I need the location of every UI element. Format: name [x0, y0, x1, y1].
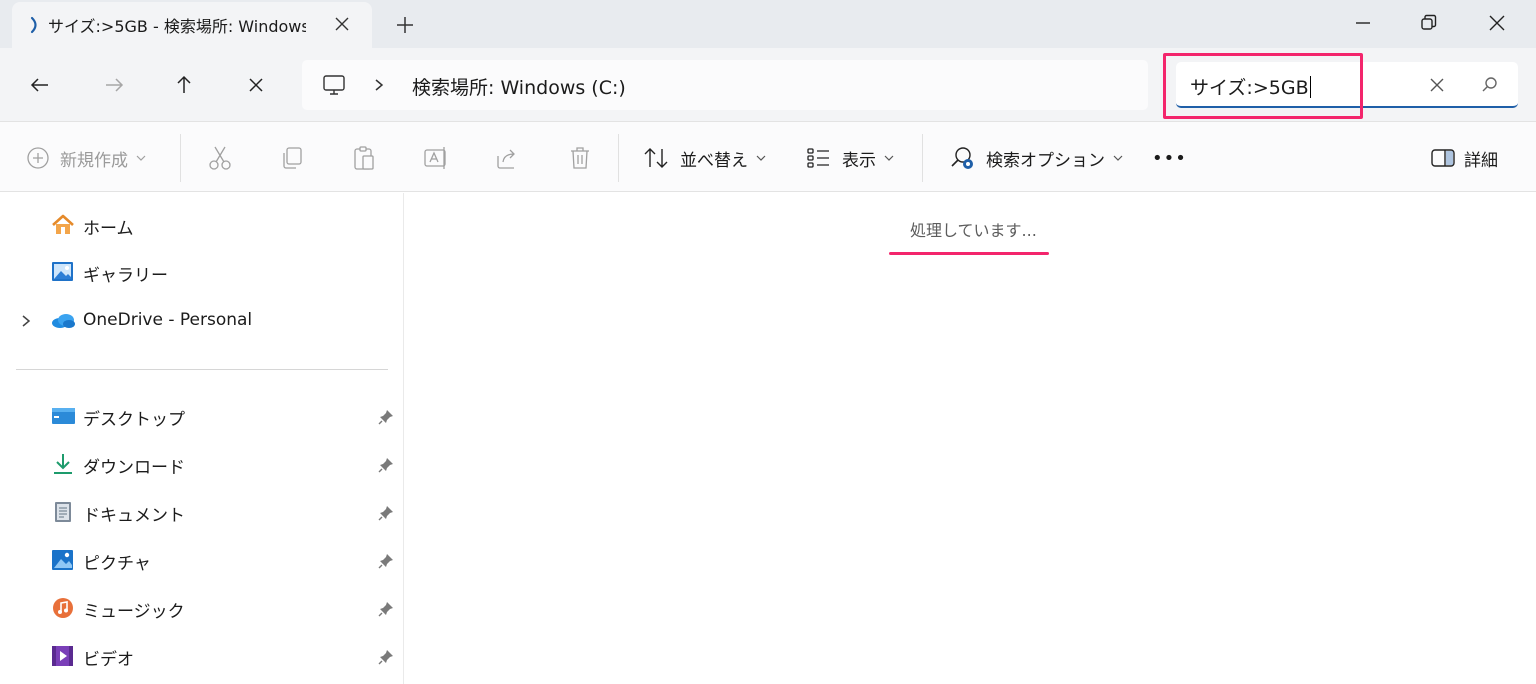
command-bar: 新規作成 並べ替え 表示 検索オプション ••• 詳細: [0, 122, 1536, 192]
new-plus-circle-icon: [27, 147, 49, 169]
stop-x-icon[interactable]: [244, 73, 268, 97]
new-tab-plus-icon[interactable]: [394, 14, 416, 36]
search-options-button[interactable]: 検索オプション: [948, 144, 1123, 172]
status-highlight-annotation: [889, 252, 1049, 255]
pictures-icon: [52, 550, 73, 570]
restore-icon[interactable]: [1416, 10, 1442, 36]
sidebar-item-documents[interactable]: ドキュメント: [0, 492, 404, 532]
more-options-button[interactable]: •••: [1152, 144, 1187, 172]
gallery-icon: [52, 262, 73, 281]
toolbar-divider: [618, 134, 619, 182]
sidebar-item-label: ビデオ: [83, 650, 134, 670]
new-button[interactable]: 新規作成: [26, 144, 146, 172]
details-pane-button[interactable]: 詳細: [1430, 144, 1498, 172]
back-arrow-icon[interactable]: [28, 73, 52, 97]
sidebar-item-music[interactable]: ミュージック: [0, 588, 404, 628]
sidebar-item-desktop[interactable]: デスクトップ: [0, 396, 404, 436]
processing-status: 処理しています...: [910, 221, 1037, 240]
breadcrumb-chevron-icon[interactable]: [372, 76, 386, 94]
forward-arrow-icon[interactable]: [102, 73, 126, 97]
chevron-down-icon: [1113, 155, 1123, 161]
view-label: 表示: [842, 150, 876, 171]
toolbar-divider: [922, 134, 923, 182]
sidebar-divider: [16, 369, 388, 370]
delete-icon[interactable]: [566, 144, 594, 172]
view-list-icon: [807, 148, 829, 168]
sidebar-item-label: ギャラリー: [83, 266, 168, 286]
tab-close-icon[interactable]: [332, 14, 352, 34]
toolbar-divider: [180, 134, 181, 182]
breadcrumb-location[interactable]: 検索場所: Windows (C:): [412, 73, 626, 100]
share-icon[interactable]: [494, 144, 522, 172]
pin-icon[interactable]: [377, 552, 395, 570]
up-arrow-icon[interactable]: [172, 73, 196, 97]
search-options-label: 検索オプション: [986, 150, 1105, 171]
sidebar-item-pictures[interactable]: ピクチャ: [0, 540, 404, 580]
window-close-icon[interactable]: [1484, 10, 1510, 36]
chevron-down-icon: [756, 155, 766, 161]
details-label: 詳細: [1464, 150, 1498, 171]
sidebar-item-onedrive[interactable]: OneDrive - Personal: [0, 301, 404, 341]
pin-icon[interactable]: [377, 648, 395, 666]
sidebar-item-label: ダウンロード: [83, 458, 185, 478]
address-bar[interactable]: 検索場所: Windows (C:): [302, 60, 1148, 110]
chevron-down-icon: [136, 155, 146, 161]
new-label: 新規作成: [60, 150, 128, 171]
sidebar-item-label: ミュージック: [83, 602, 185, 622]
desktop-folder-icon: [52, 408, 75, 424]
sidebar-item-label: ドキュメント: [83, 506, 185, 526]
home-icon: [52, 214, 74, 234]
onedrive-icon: [52, 314, 75, 328]
download-icon: [54, 454, 72, 474]
sidebar-item-label: デスクトップ: [83, 410, 185, 430]
sidebar-item-downloads[interactable]: ダウンロード: [0, 444, 404, 484]
chevron-right-icon[interactable]: [18, 312, 34, 330]
details-pane-icon: [1431, 149, 1455, 167]
file-list-area[interactable]: 処理しています...: [405, 193, 1536, 684]
cut-icon[interactable]: [206, 144, 234, 172]
rename-icon[interactable]: [422, 144, 450, 172]
sidebar-item-gallery[interactable]: ギャラリー: [0, 252, 404, 292]
more-label: •••: [1152, 147, 1187, 169]
sidebar-item-label: ホーム: [83, 219, 134, 239]
tab-title: サイズ:>5GB - 検索場所: Windows (C:): [48, 17, 306, 36]
search-highlight-annotation: [1163, 53, 1363, 119]
pin-icon[interactable]: [377, 600, 395, 618]
search-options-icon: [951, 147, 973, 169]
copy-icon[interactable]: [278, 144, 306, 172]
navigation-pane: ホーム ギャラリー OneDrive - Personal デスクトップ ダウン…: [0, 193, 404, 684]
sort-label: 並べ替え: [680, 150, 748, 171]
clear-search-icon[interactable]: [1428, 76, 1446, 94]
pin-icon[interactable]: [377, 456, 395, 474]
music-icon: [53, 598, 73, 618]
documents-icon: [55, 502, 71, 522]
sidebar-item-videos[interactable]: ビデオ: [0, 636, 404, 676]
chevron-down-icon: [884, 155, 894, 161]
tab-search-results[interactable]: サイズ:>5GB - 検索場所: Windows (C:): [12, 2, 372, 48]
this-pc-icon: [323, 75, 345, 95]
sort-button[interactable]: 並べ替え: [642, 144, 766, 172]
pin-icon[interactable]: [377, 408, 395, 426]
videos-icon: [52, 646, 73, 666]
paste-icon[interactable]: [350, 144, 378, 172]
title-bar: サイズ:>5GB - 検索場所: Windows (C:): [0, 0, 1536, 48]
view-button[interactable]: 表示: [806, 144, 894, 172]
search-icon[interactable]: [1480, 75, 1500, 95]
sort-arrows-icon: [644, 148, 668, 168]
sidebar-item-label: ピクチャ: [83, 554, 151, 574]
pin-icon[interactable]: [377, 504, 395, 522]
sidebar-item-home[interactable]: ホーム: [0, 205, 404, 245]
sidebar-item-label: OneDrive - Personal: [83, 310, 253, 330]
minimize-icon[interactable]: [1350, 10, 1376, 36]
loading-spinner-icon: [30, 16, 37, 34]
